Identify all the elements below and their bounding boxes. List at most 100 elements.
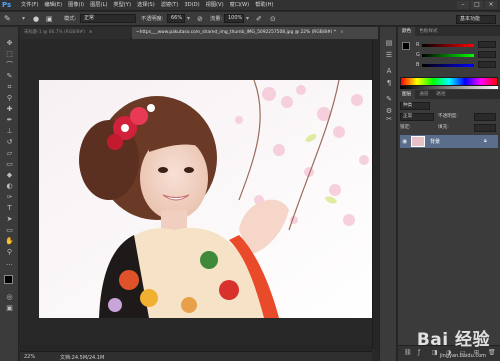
lock-label: 锁定: (400, 125, 411, 130)
foreground-color-swatch[interactable] (4, 275, 13, 284)
pressure-size-icon[interactable]: ⊙ (270, 14, 280, 24)
minimize-button[interactable]: – (457, 1, 469, 9)
opacity-input[interactable]: 66% (167, 14, 185, 23)
brush-size-icon[interactable]: ● (33, 14, 43, 24)
mode-select[interactable]: 正常 (80, 14, 136, 23)
chevron-down-icon[interactable]: ▾ (22, 14, 30, 24)
menu-item[interactable]: 视图(V) (203, 0, 227, 11)
workspace-select[interactable]: 基本功能 (456, 15, 496, 24)
menu-item[interactable]: 3D(D) (181, 0, 202, 11)
options-bar: ✎ ▾ ● ▣ 模式: 正常 不透明度: 66% ▾ ⊘ 流量: 100% ▾ … (0, 12, 500, 26)
menu-item[interactable]: 图像(I) (65, 0, 87, 11)
eraser-tool-icon[interactable]: ▱ (3, 149, 16, 158)
grayscale-ramp[interactable] (400, 86, 498, 89)
properties-panel-icon[interactable]: ☰ (383, 51, 395, 60)
tab-channels[interactable]: 通道 (415, 90, 432, 99)
quick-mask-icon[interactable]: ◎ (3, 293, 16, 302)
fill-input[interactable] (474, 124, 496, 132)
close-icon[interactable]: × (340, 30, 344, 35)
history-brush-tool-icon[interactable]: ↺ (3, 138, 16, 147)
dodge-tool-icon[interactable]: ◐ (3, 182, 16, 191)
eyedropper-tool-icon[interactable]: ⚲ (3, 94, 16, 103)
trash-icon[interactable]: 🗑︎ (488, 349, 496, 356)
brush-panel-icon[interactable]: ▣ (46, 14, 56, 24)
layer-filter-select[interactable]: 种类 (400, 102, 430, 110)
color-panel-tabs: 颜色 色板样式 (398, 27, 500, 36)
layer-opacity-label: 不透明度: (438, 114, 458, 119)
tab-photo[interactable]: ~https___www.pakutaso.com_shared_img_thu… (132, 27, 378, 39)
blue-value[interactable] (478, 61, 496, 68)
menu-item[interactable]: 编辑(E) (41, 0, 65, 11)
quick-select-tool-icon[interactable]: ✎ (3, 72, 16, 81)
link-layers-icon[interactable]: ⛓ (404, 349, 412, 356)
color-foreground-swatch[interactable] (402, 42, 410, 50)
healing-brush-tool-icon[interactable]: ✚ (3, 105, 16, 114)
zoom-level[interactable]: 22% (24, 354, 35, 360)
menu-item[interactable]: 滤镜(T) (158, 0, 182, 11)
zoom-tool-icon[interactable]: ⚲ (3, 248, 16, 257)
type-tool-icon[interactable]: T (3, 204, 16, 213)
green-value[interactable] (478, 51, 496, 58)
tools-icon[interactable]: ✂ (383, 115, 395, 124)
green-slider[interactable] (422, 54, 474, 57)
opacity-label: 不透明度: (141, 16, 164, 22)
paragraph-panel-icon[interactable]: ¶ (383, 79, 395, 88)
red-value[interactable] (478, 41, 496, 48)
vertical-scrollbar[interactable] (372, 40, 378, 349)
close-button[interactable]: × (485, 1, 497, 9)
tab-layers[interactable]: 图层 (398, 90, 416, 99)
flow-dropdown-icon[interactable]: ▾ (246, 14, 254, 24)
pressure-opacity-icon[interactable]: ⊘ (197, 14, 207, 24)
shape-tool-icon[interactable]: ▭ (3, 226, 16, 235)
layer-row-background[interactable]: ◉ 背景 🔒︎ (400, 135, 498, 148)
lasso-tool-icon[interactable]: ⌒ (3, 61, 16, 70)
menu-item[interactable]: 帮助(H) (252, 0, 276, 11)
brush-tool-icon[interactable]: ✒ (3, 116, 16, 125)
clone-stamp-tool-icon[interactable]: ⊥ (3, 127, 16, 136)
close-icon[interactable]: × (89, 30, 93, 35)
brush-preset-icon[interactable]: ✎ (4, 14, 18, 24)
menu-item[interactable]: 类型(Y) (110, 0, 134, 11)
color-spectrum[interactable] (400, 77, 498, 86)
crop-tool-icon[interactable]: ⌗ (3, 83, 16, 92)
character-panel-icon[interactable]: A (383, 67, 395, 76)
right-panels: 颜色 色板样式 R G B 图层 通道 路径 种类 正常 不透明度: 锁定: 填… (398, 27, 500, 361)
path-selection-tool-icon[interactable]: ➤ (3, 215, 16, 224)
eye-icon[interactable]: ◉ (402, 138, 407, 145)
maximize-button[interactable]: □ (471, 1, 483, 9)
tab-paths[interactable]: 路径 (432, 90, 449, 99)
more-tools-icon[interactable]: … (3, 259, 16, 268)
fx-icon[interactable]: ƒ (418, 349, 420, 356)
menu-item[interactable]: 图层(L) (87, 0, 110, 11)
baidu-watermark: Bai 经验 (416, 330, 490, 350)
blue-slider[interactable] (422, 64, 474, 67)
blur-tool-icon[interactable]: ◆ (3, 171, 16, 180)
mode-label: 模式: (64, 16, 77, 22)
pen-tool-icon[interactable]: ✑ (3, 193, 16, 202)
airbrush-icon[interactable]: ✐ (256, 14, 266, 24)
red-label: R (416, 42, 420, 48)
flow-input[interactable]: 100% (224, 14, 244, 23)
move-tool-icon[interactable]: ✥ (3, 39, 16, 48)
mask-icon[interactable]: ◨ (432, 349, 438, 356)
hand-tool-icon[interactable]: ✋ (3, 237, 16, 246)
watermark-url: jingyan.baidu.com (439, 353, 486, 359)
menu-item[interactable]: 文件(F) (18, 0, 41, 11)
opacity-dropdown-icon[interactable]: ▾ (187, 14, 195, 24)
blend-mode-select[interactable]: 正常 (400, 113, 434, 121)
screen-mode-icon[interactable]: ▣ (3, 304, 16, 313)
menu-item[interactable]: 窗口(W) (227, 0, 253, 11)
layer-opacity-input[interactable] (474, 113, 496, 121)
tab-color[interactable]: 颜色 (398, 27, 416, 36)
menu-item[interactable]: 选择(S) (134, 0, 158, 11)
marquee-tool-icon[interactable]: ⬚ (3, 50, 16, 59)
brush-panel-icon[interactable]: ✎ (383, 95, 395, 104)
fill-label: 填充: (438, 125, 449, 130)
red-slider[interactable] (422, 44, 474, 47)
layers-panel-tabs: 图层 通道 路径 (398, 90, 500, 99)
tab-untitled[interactable]: 未标题-1 @ 66.7% (RGB/8#) × (20, 27, 130, 39)
history-panel-icon[interactable]: ▤ (383, 39, 395, 48)
image-canvas[interactable] (39, 80, 373, 318)
gradient-tool-icon[interactable]: ▭ (3, 160, 16, 169)
tab-swatches[interactable]: 色板样式 (415, 27, 441, 36)
